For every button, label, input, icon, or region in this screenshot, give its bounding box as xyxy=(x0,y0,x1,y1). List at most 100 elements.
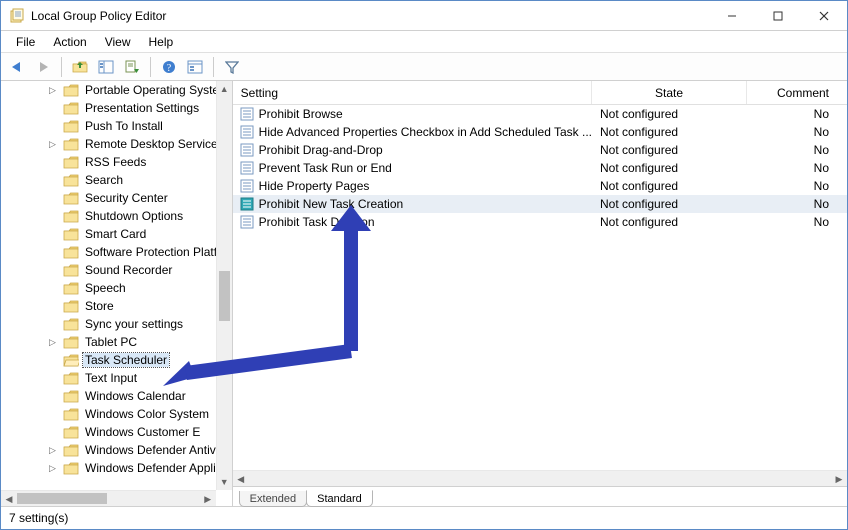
folder-icon xyxy=(63,372,79,385)
menu-bar: File Action View Help xyxy=(1,31,847,53)
folder-icon xyxy=(63,354,79,367)
tree-item-label: Shutdown Options xyxy=(83,209,185,223)
tree-item-label: Software Protection Platf xyxy=(83,245,216,259)
tree-item[interactable]: Windows Calendar xyxy=(1,387,216,405)
tree-item[interactable]: Portable Operating Syste xyxy=(1,81,216,99)
tree-item[interactable]: Windows Customer E xyxy=(1,423,216,441)
list-rows[interactable]: Prohibit BrowseNot configuredNoHide Adva… xyxy=(233,105,847,470)
tree-item[interactable]: Remote Desktop Services xyxy=(1,135,216,153)
folder-icon xyxy=(63,228,79,241)
tree-item-label: Windows Color System xyxy=(83,407,211,421)
tree-scroll-area[interactable]: Portable Operating Syste Presentation Set… xyxy=(1,81,232,506)
tree-item[interactable]: Presentation Settings xyxy=(1,99,216,117)
tree-item-label: Windows Defender Antiv xyxy=(83,443,216,457)
tree-item[interactable]: Smart Card xyxy=(1,225,216,243)
tree-item[interactable]: Sound Recorder xyxy=(1,261,216,279)
menu-file[interactable]: File xyxy=(7,33,44,51)
list-row[interactable]: Prohibit New Task CreationNot configured… xyxy=(233,195,847,213)
tree-item[interactable]: Shutdown Options xyxy=(1,207,216,225)
tree-item[interactable]: RSS Feeds xyxy=(1,153,216,171)
tree-item-label: Portable Operating Syste xyxy=(83,83,216,97)
tree-item-label: Speech xyxy=(83,281,128,295)
tree-item[interactable]: Task Scheduler xyxy=(1,351,216,369)
cell-setting: Prohibit Browse xyxy=(257,107,592,121)
list-row[interactable]: Prohibit Drag-and-DropNot configuredNo xyxy=(233,141,847,159)
folder-icon xyxy=(63,408,79,421)
tree-item[interactable]: Windows Defender Antiv xyxy=(1,441,216,459)
cell-setting: Prohibit Task Deletion xyxy=(257,215,592,229)
export-list-button[interactable] xyxy=(120,55,144,79)
folder-icon xyxy=(63,300,79,313)
tree-item[interactable]: Windows Defender Appli xyxy=(1,459,216,477)
column-comment[interactable]: Comment xyxy=(747,81,847,104)
back-button[interactable] xyxy=(5,55,29,79)
column-state[interactable]: State xyxy=(592,81,747,104)
tree-horizontal-scrollbar[interactable]: ◀ ▶ xyxy=(1,490,216,506)
scroll-up-icon[interactable]: ▲ xyxy=(217,81,232,97)
tree-item[interactable]: Speech xyxy=(1,279,216,297)
tree-item[interactable]: Tablet PC xyxy=(1,333,216,351)
minimize-button[interactable] xyxy=(709,1,755,31)
title-bar: Local Group Policy Editor xyxy=(1,1,847,31)
help-button[interactable]: ? xyxy=(157,55,181,79)
cell-setting: Hide Property Pages xyxy=(257,179,592,193)
close-button[interactable] xyxy=(801,1,847,31)
folder-icon xyxy=(63,192,79,205)
list-row[interactable]: Prevent Task Run or EndNot configuredNo xyxy=(233,159,847,177)
tab-standard[interactable]: Standard xyxy=(306,490,373,507)
scroll-left-icon[interactable]: ◀ xyxy=(1,491,17,506)
forward-button[interactable] xyxy=(31,55,55,79)
setting-icon xyxy=(237,107,257,121)
show-hide-console-tree-button[interactable] xyxy=(94,55,118,79)
tree-item-label: Text Input xyxy=(83,371,139,385)
tree-item[interactable]: Search xyxy=(1,171,216,189)
maximize-button[interactable] xyxy=(755,1,801,31)
tree-item[interactable]: Store xyxy=(1,297,216,315)
tree-item[interactable]: Security Center xyxy=(1,189,216,207)
tree-item[interactable]: Text Input xyxy=(1,369,216,387)
menu-action[interactable]: Action xyxy=(44,33,95,51)
cell-setting: Hide Advanced Properties Checkbox in Add… xyxy=(257,125,592,139)
folder-icon xyxy=(63,246,79,259)
tree-item[interactable]: Windows Color System xyxy=(1,405,216,423)
tree-item[interactable]: Push To Install xyxy=(1,117,216,135)
folder-icon xyxy=(63,318,79,331)
setting-icon xyxy=(237,179,257,193)
svg-text:?: ? xyxy=(167,63,172,74)
setting-icon xyxy=(237,125,257,139)
toolbar-separator xyxy=(61,57,62,77)
cell-comment: No xyxy=(747,197,847,211)
tree-item-label: Search xyxy=(83,173,125,187)
scroll-right-icon[interactable]: ▶ xyxy=(200,491,216,506)
setting-icon xyxy=(237,161,257,175)
filter-button[interactable] xyxy=(220,55,244,79)
list-row[interactable]: Hide Property PagesNot configuredNo xyxy=(233,177,847,195)
tab-extended[interactable]: Extended xyxy=(239,491,307,507)
scroll-down-icon[interactable]: ▼ xyxy=(217,474,232,490)
menu-help[interactable]: Help xyxy=(140,33,183,51)
tree-vertical-scrollbar[interactable]: ▲ ▼ xyxy=(216,81,232,490)
tree-item[interactable]: Software Protection Platf xyxy=(1,243,216,261)
menu-view[interactable]: View xyxy=(96,33,140,51)
scroll-left-icon[interactable]: ◀ xyxy=(233,471,249,487)
scroll-thumb[interactable] xyxy=(219,271,230,321)
column-setting[interactable]: Setting xyxy=(233,81,592,104)
tree-item-label: Remote Desktop Services xyxy=(83,137,216,151)
up-level-button[interactable] xyxy=(68,55,92,79)
list-row[interactable]: Prohibit Task DeletionNot configuredNo xyxy=(233,213,847,231)
folder-icon xyxy=(63,84,79,97)
list-row[interactable]: Hide Advanced Properties Checkbox in Add… xyxy=(233,123,847,141)
folder-icon xyxy=(63,264,79,277)
scroll-right-icon[interactable]: ▶ xyxy=(831,471,847,487)
properties-button[interactable] xyxy=(183,55,207,79)
folder-icon xyxy=(63,426,79,439)
list-horizontal-scrollbar[interactable]: ◀ ▶ xyxy=(233,470,847,486)
cell-state: Not configured xyxy=(592,161,747,175)
folder-icon xyxy=(63,336,79,349)
toolbar-separator xyxy=(213,57,214,77)
scroll-thumb[interactable] xyxy=(17,493,107,504)
tree-item[interactable]: Sync your settings xyxy=(1,315,216,333)
tree-item-label: Windows Calendar xyxy=(83,389,188,403)
cell-state: Not configured xyxy=(592,143,747,157)
list-row[interactable]: Prohibit BrowseNot configuredNo xyxy=(233,105,847,123)
